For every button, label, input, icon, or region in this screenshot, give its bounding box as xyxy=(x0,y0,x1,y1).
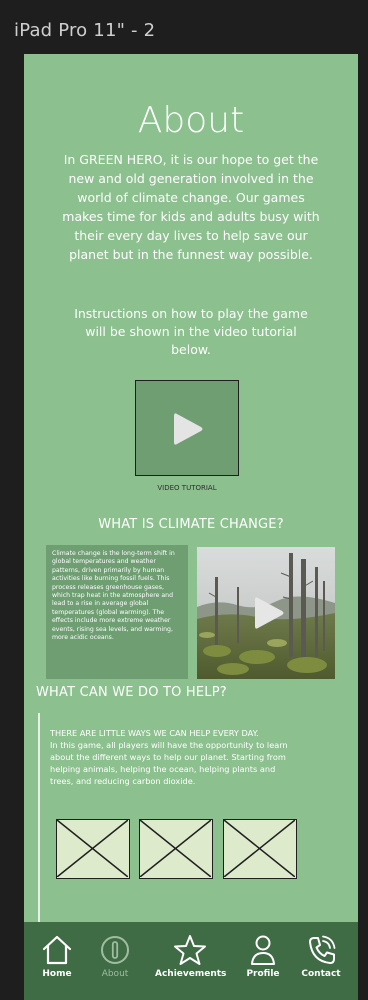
help-heading: WHAT CAN WE DO TO HELP? xyxy=(36,685,227,700)
intro-paragraph: In GREEN HERO, it is our hope to get the… xyxy=(62,152,320,262)
help-lead: THERE ARE LITTLE WAYS WE CAN HELP EVERY … xyxy=(50,728,259,738)
home-icon xyxy=(42,935,72,965)
info-icon xyxy=(101,936,129,964)
nav-achievements[interactable]: Achievements xyxy=(155,934,227,979)
artboard: About In GREEN HERO, it is our hope to g… xyxy=(24,54,358,1000)
placeholder-cross-icon xyxy=(140,820,211,877)
help-section: THERE ARE LITTLE WAYS WE CAN HELP EVERY … xyxy=(38,713,338,943)
instructions-paragraph: Instructions on how to play the game wil… xyxy=(74,306,308,357)
help-body: In this game, all players will have the … xyxy=(50,740,288,786)
frame-label: iPad Pro 11" - 2 xyxy=(14,20,156,41)
phone-icon xyxy=(309,935,336,964)
placeholder-cross-icon xyxy=(57,820,128,877)
help-text: THERE ARE LITTLE WAYS WE CAN HELP EVERY … xyxy=(50,727,300,787)
nav-about-label: About xyxy=(101,969,129,979)
climate-change-heading: WHAT IS CLIMATE CHANGE? xyxy=(98,517,284,532)
nav-achievements-label: Achievements xyxy=(155,969,227,979)
image-placeholder xyxy=(139,819,213,879)
play-icon xyxy=(174,413,203,445)
nav-about[interactable]: About xyxy=(80,934,150,979)
climate-change-text: Climate change is the long-term shift in… xyxy=(46,545,188,679)
nav-contact[interactable]: Contact xyxy=(286,934,356,979)
person-icon xyxy=(251,935,275,965)
star-icon xyxy=(174,935,206,965)
play-icon xyxy=(255,597,284,629)
placeholder-cross-icon xyxy=(224,820,295,877)
bottom-nav: Home About Achievements Profile Contact xyxy=(24,922,358,1000)
video-tutorial-player[interactable] xyxy=(135,380,239,476)
video-caption: VIDEO TUTORIAL xyxy=(157,484,217,492)
page-title: About xyxy=(137,100,245,141)
forest-video-thumbnail[interactable] xyxy=(197,547,335,679)
image-placeholder xyxy=(223,819,297,879)
nav-contact-label: Contact xyxy=(301,969,341,979)
image-placeholder xyxy=(56,819,130,879)
